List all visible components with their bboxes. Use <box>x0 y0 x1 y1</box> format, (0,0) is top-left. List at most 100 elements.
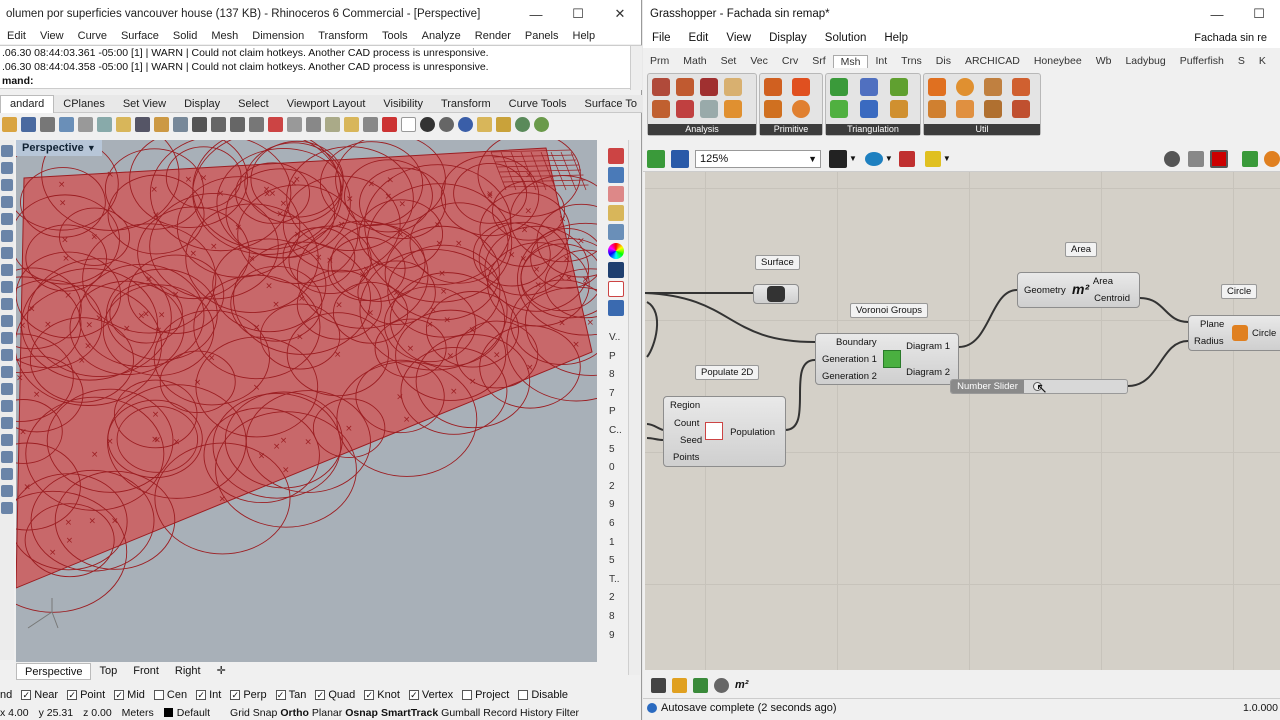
osnap-icon[interactable] <box>306 116 321 132</box>
arc-icon[interactable] <box>1 247 13 259</box>
delaunay-icon[interactable] <box>830 78 848 96</box>
area-component[interactable]: Geometry m² Area Centroid <box>1017 272 1140 308</box>
populate-input-seed[interactable]: Seed <box>680 435 702 446</box>
menu-item-view[interactable]: View <box>33 30 71 42</box>
convex-hull-icon[interactable] <box>830 100 848 118</box>
shaded-icon[interactable] <box>420 116 435 132</box>
checkbox-checked-icon[interactable]: ✓ <box>230 690 241 700</box>
toggle-record-history[interactable]: Record History <box>483 707 552 719</box>
gh-tab-trns[interactable]: Trns <box>894 55 929 67</box>
voronoi-input-generation-2[interactable]: Generation 2 <box>822 371 877 382</box>
checkbox-checked-icon[interactable]: ✓ <box>21 690 32 700</box>
gh-tab-crv[interactable]: Crv <box>775 55 805 67</box>
gh-tab-k[interactable]: K <box>1252 55 1273 67</box>
osnap-nd[interactable]: nd <box>0 689 12 701</box>
gh-tab-vec[interactable]: Vec <box>743 55 775 67</box>
mesh-util-icon[interactable] <box>928 78 946 96</box>
paste-icon[interactable] <box>116 116 131 132</box>
toggle-filter[interactable]: Filter <box>556 707 579 719</box>
voronoi-input-boundary[interactable]: Boundary <box>836 337 877 348</box>
tab-visibility[interactable]: Visibility <box>374 98 432 110</box>
tab-display[interactable]: Display <box>175 98 229 110</box>
viewport-menu-icon[interactable]: ▼ <box>87 143 96 153</box>
surface-tool-icon[interactable] <box>1 332 13 344</box>
osnap-quad[interactable]: ✓ Quad <box>315 689 355 701</box>
color-panel-icon[interactable] <box>608 243 624 259</box>
chevron-down-icon[interactable]: ▼ <box>943 154 951 163</box>
osnap-perp[interactable]: ✓ Perp <box>230 689 267 701</box>
osnap-mid[interactable]: ✓ Mid <box>114 689 145 701</box>
checkbox-checked-icon[interactable]: ✓ <box>67 690 78 700</box>
area-output-area[interactable]: Area <box>1093 276 1113 287</box>
menu-item-curve[interactable]: Curve <box>71 30 114 42</box>
tab-transform[interactable]: Transform <box>432 98 500 110</box>
bucket-icon[interactable] <box>924 150 941 167</box>
osnap-project[interactable]: Project <box>462 689 509 701</box>
osnap-int[interactable]: ✓ Int <box>196 689 221 701</box>
group-icon[interactable] <box>1 485 13 497</box>
explode-icon[interactable] <box>1 468 13 480</box>
zoom-selected-icon[interactable] <box>249 116 264 132</box>
mesh-plane-icon[interactable] <box>792 78 810 96</box>
area-input-geometry[interactable]: Geometry <box>1024 285 1066 296</box>
checkbox-icon[interactable] <box>153 690 164 700</box>
preview-wire-icon[interactable] <box>1164 150 1180 167</box>
history-scrollbar[interactable] <box>630 46 642 90</box>
voronoi-input-generation-1[interactable]: Generation 1 <box>822 354 877 365</box>
tab-cplanes[interactable]: CPlanes <box>54 98 114 110</box>
menu-item-surface[interactable]: Surface <box>114 30 166 42</box>
menu-item-mesh[interactable]: Mesh <box>204 30 245 42</box>
render-sphere-icon[interactable] <box>458 116 473 132</box>
gh-tab-dis[interactable]: Dis <box>929 55 958 67</box>
mesh-cull-icon[interactable] <box>1012 100 1030 118</box>
gh-tab-srf[interactable]: Srf <box>805 55 832 67</box>
gh-canvas[interactable]: Surface Voronoi Groups Boundary Generati… <box>645 172 1280 670</box>
maximize-icon[interactable]: ☐ <box>557 0 599 28</box>
lock-icon[interactable] <box>344 116 359 132</box>
mesh-edges-icon[interactable] <box>676 78 694 96</box>
mesh-closest-icon[interactable] <box>700 78 718 96</box>
gh-tab-int[interactable]: Int <box>868 55 894 67</box>
menu-item-render[interactable]: Render <box>468 30 518 42</box>
populate-input-count[interactable]: Count <box>674 418 699 429</box>
color-icon[interactable] <box>382 116 397 132</box>
osnap-vertex[interactable]: ✓ Vertex <box>408 689 453 701</box>
solver-icon[interactable] <box>1242 150 1258 167</box>
line-icon[interactable] <box>1 179 13 191</box>
gh-tab-archicad[interactable]: ARCHICAD <box>958 55 1027 67</box>
osnap-tan[interactable]: ✓ Tan <box>275 689 306 701</box>
mesh-sphere-ex-icon[interactable] <box>792 100 810 118</box>
menu-item-help[interactable]: Help <box>566 30 603 42</box>
area-shortcut-icon[interactable]: m² <box>735 679 748 691</box>
mesh-unweld-icon[interactable] <box>984 100 1002 118</box>
rectangle-icon[interactable] <box>1 281 13 293</box>
preview-eye-icon[interactable] <box>864 151 883 166</box>
close-icon[interactable]: ✕ <box>599 0 641 28</box>
gh-document-name[interactable]: Fachada sin re <box>1185 32 1276 44</box>
chevron-down-icon[interactable]: ▼ <box>849 154 857 163</box>
rendered-icon[interactable] <box>439 116 454 132</box>
minimize-icon[interactable]: — <box>1196 0 1238 28</box>
checkbox-checked-icon[interactable]: ✓ <box>364 690 375 700</box>
mesh-analysis-icon[interactable] <box>652 78 670 96</box>
zoom-extents-icon[interactable] <box>230 116 245 132</box>
named-views-icon[interactable] <box>608 262 624 278</box>
properties-panel-icon[interactable] <box>608 167 624 183</box>
circle-input-plane[interactable]: Plane <box>1200 319 1224 330</box>
status-units[interactable]: Meters <box>122 707 154 719</box>
gh-tab-wb[interactable]: Wb <box>1089 55 1119 67</box>
render-panel-icon[interactable] <box>608 281 624 297</box>
hide-icon[interactable] <box>325 116 340 132</box>
gh-tab-honeybee[interactable]: Honeybee <box>1027 55 1089 67</box>
zoom-icon[interactable] <box>192 116 207 132</box>
mesh-explode-icon[interactable] <box>652 100 670 118</box>
menu-item-transform[interactable]: Transform <box>311 30 375 42</box>
fillet-icon[interactable] <box>1 383 13 395</box>
recompute-icon[interactable] <box>714 677 729 693</box>
toggle-grid-snap[interactable]: Grid Snap <box>230 707 277 719</box>
trim-icon[interactable] <box>1 417 13 429</box>
preview-selected-icon[interactable] <box>1210 149 1228 168</box>
solid-tool-icon[interactable] <box>1 349 13 361</box>
panel-scrollbar[interactable] <box>628 140 640 675</box>
zoom-window-icon[interactable] <box>211 116 226 132</box>
